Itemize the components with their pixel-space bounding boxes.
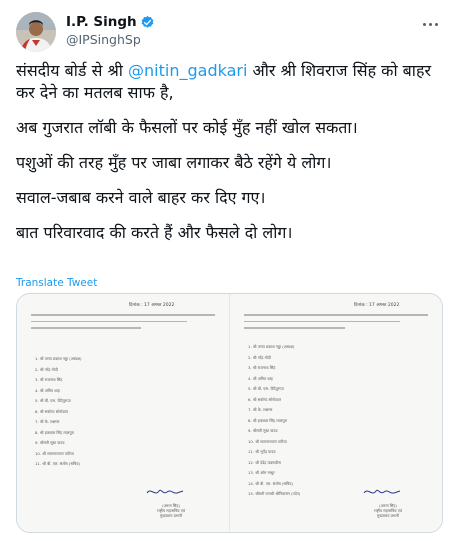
profile-photo xyxy=(16,12,56,52)
member-list-item: 9. श्रीमती सुधा यादव xyxy=(248,428,278,433)
member-list-item: 1. श्री जगत प्रकाश नड्डा (अध्यक्ष) xyxy=(248,344,295,349)
tweet-text: संसदीय बोर्ड से श्री @nitin_gadkari और श… xyxy=(16,60,443,257)
author-names: I.P. Singh @IPSinghSp xyxy=(66,12,155,52)
signature-office: मुख्यालय प्रभारी xyxy=(159,513,182,518)
member-list-item: 10. श्री सत्यनारायण जटिया xyxy=(248,438,287,444)
document-page-left: दिनांक : 17 अगस्त 2022 1. श्री जगत प्रका… xyxy=(17,294,229,532)
translate-tweet-link[interactable]: Translate Tweet xyxy=(16,277,97,289)
member-list-item: 6. श्री सर्बानंद सोनोवाल xyxy=(248,396,282,402)
mention-link[interactable]: @nitin_gadkari xyxy=(128,61,247,80)
tweet-paragraph: सवाल-जबाब करने वाले बाहर कर दिए गए। xyxy=(16,188,266,207)
name-row: I.P. Singh xyxy=(66,14,155,30)
member-list-item: 9. श्रीमती सुधा यादव xyxy=(35,440,65,445)
document-page-right: दिनांक : 17 अगस्त 2022 1. श्री जगत प्रका… xyxy=(229,294,442,532)
author-handle[interactable]: @IPSinghSp xyxy=(66,32,155,47)
tweet-image[interactable]: दिनांक : 17 अगस्त 2022 1. श्री जगत प्रका… xyxy=(16,293,443,533)
member-list-item: 2. श्री नरेंद्र मोदी xyxy=(35,366,58,372)
member-list-item: 13. श्री ओम माथुर xyxy=(248,470,275,475)
document-intro-text xyxy=(31,314,215,334)
tweet-paragraph: संसदीय बोर्ड से श्री @nitin_gadkari और श… xyxy=(16,60,443,104)
tweet-paragraph: पशुओं की तरह मुँह पर जाबा लगाकर बैठे रहे… xyxy=(16,153,332,172)
member-list-item: 5. श्री बी. एस. येदियुरप्पा xyxy=(35,398,71,403)
document-date: दिनांक : 17 अगस्त 2022 xyxy=(354,303,400,308)
signature-block: (अरुण सिंह) राष्ट्रीय महासचिव एवं मुख्या… xyxy=(141,484,201,524)
tweet-header: I.P. Singh @IPSinghSp xyxy=(16,12,445,52)
signature-icon xyxy=(363,489,401,494)
tweet-paragraph: अब गुजरात लॉबी के फैसलों पर कोई मुँह नही… xyxy=(16,118,358,137)
member-list-item: 8. श्री इकबाल सिंह लालपुरा xyxy=(248,417,288,423)
member-list-item: 6. श्री सर्बानंद सोनोवाल xyxy=(35,408,69,414)
signature-block: (अरुण सिंह) राष्ट्रीय महासचिव एवं मुख्या… xyxy=(358,484,418,524)
signature-icon xyxy=(146,489,184,494)
intro-line xyxy=(244,320,401,322)
member-list-item: 5. श्री बी. एस. येदियुरप्पा xyxy=(248,386,284,391)
member-list-item: 11. श्री भूपेंद्र यादव xyxy=(248,449,276,454)
member-list-item: 1. श्री जगत प्रकाश नड्डा (अध्यक्ष) xyxy=(35,356,82,361)
more-options-icon-dot xyxy=(428,22,432,26)
tweet-paragraph: बात परिवारवाद की करते हैं और फैसले दो लो… xyxy=(16,223,293,242)
member-list: 1. श्री जगत प्रकाश नड्डा (अध्यक्ष) 2. श्र… xyxy=(35,354,211,470)
document-date: दिनांक : 17 अगस्त 2022 xyxy=(129,303,175,308)
member-list-item: 12. श्री देवेंद्र फडणवीस xyxy=(248,459,281,465)
member-list-item: 10. श्री सत्यनारायण जटिया xyxy=(35,450,74,456)
intro-line xyxy=(244,314,428,316)
intro-line xyxy=(31,320,188,322)
tweet-text-part: संसदीय बोर्ड से श्री xyxy=(16,61,129,80)
document-intro-text xyxy=(244,314,428,334)
member-list-item: 3. श्री राजनाथ सिंह xyxy=(248,365,276,370)
member-list-item: 11. श्री बी. एल. संतोष (सचिव) xyxy=(35,461,80,466)
member-list-item: 8. श्री इकबाल सिंह लालपुरा xyxy=(35,429,75,435)
member-list-item: 3. श्री राजनाथ सिंह xyxy=(35,377,63,382)
more-options-button[interactable] xyxy=(417,14,443,34)
more-options-icon-dot xyxy=(434,22,438,26)
intro-line xyxy=(244,327,346,329)
intro-line xyxy=(31,314,215,316)
avatar[interactable] xyxy=(16,12,56,52)
member-list-item: 4. श्री अमित शाह xyxy=(248,375,273,381)
member-list-item: 7. श्री के. लक्ष्मण xyxy=(35,419,60,424)
member-list-item: 2. श्री नरेंद्र मोदी xyxy=(248,354,271,360)
signature-office: मुख्यालय प्रभारी xyxy=(376,513,399,518)
display-name[interactable]: I.P. Singh xyxy=(66,14,137,30)
member-list: 1. श्री जगत प्रकाश नड्डा (अध्यक्ष) 2. श्र… xyxy=(248,342,424,500)
member-list-item: 7. श्री के. लक्ष्मण xyxy=(248,407,273,412)
member-list-item: 4. श्री अमित शाह xyxy=(35,387,60,393)
more-options-icon xyxy=(422,22,426,26)
intro-line xyxy=(31,327,142,329)
verified-badge-icon xyxy=(140,15,155,30)
